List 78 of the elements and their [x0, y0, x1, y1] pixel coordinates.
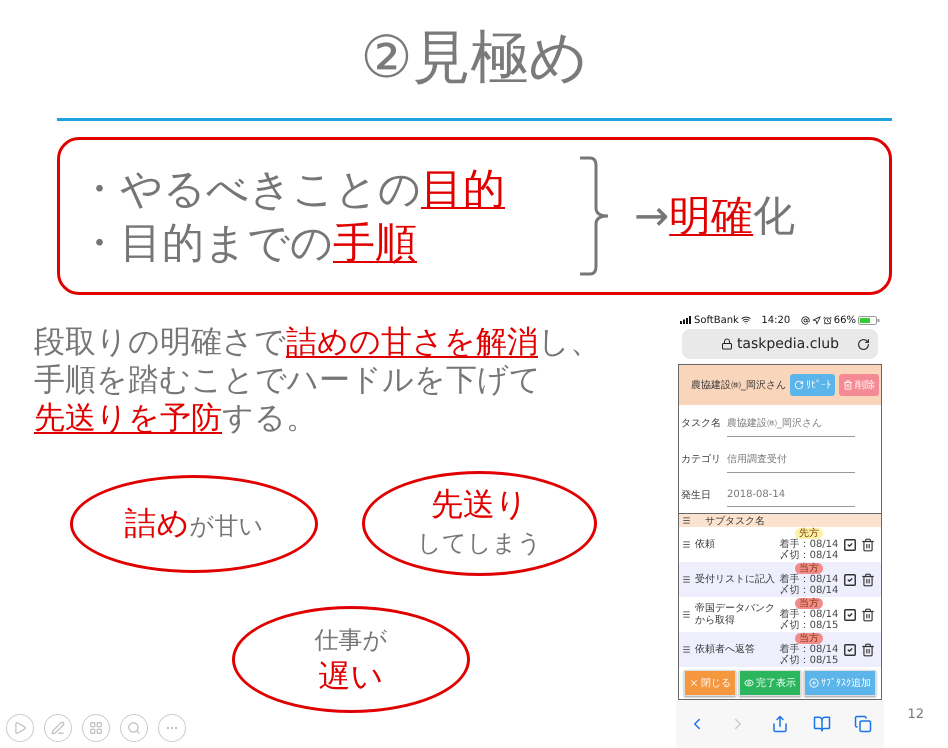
trash-icon[interactable] — [861, 572, 875, 586]
drag-handle-icon[interactable] — [682, 645, 691, 654]
search-icon — [127, 721, 141, 735]
grid-icon — [89, 721, 103, 735]
ellipse-text: 遅い — [318, 658, 384, 697]
field-label: 発生日 — [681, 488, 712, 502]
battery-text: 66% — [834, 314, 856, 326]
body-text: 手順を踏むことでハードルを下げて — [34, 361, 542, 399]
rotate-icon — [794, 380, 804, 390]
input-field[interactable]: 2018-08-14 — [727, 483, 855, 507]
check-icon[interactable] — [843, 572, 857, 586]
bullet-text: ・目的までの手順 — [78, 217, 418, 269]
clock-text: 14:20 — [761, 314, 790, 326]
bullet-text: ・やるべきことの 目的 — [78, 163, 506, 215]
close-icon — [689, 678, 699, 688]
ellipse-text: してしまう — [417, 528, 542, 559]
page-number: 12 — [907, 707, 924, 722]
column-header: サブタスク名 — [705, 514, 765, 528]
start-date: 着手：08/14 — [780, 609, 838, 620]
due-date: 〆切：08/15 — [780, 620, 838, 631]
subtask-name: 依頼 — [695, 538, 716, 550]
check-icon[interactable] — [843, 538, 857, 552]
trash-icon[interactable] — [861, 538, 875, 552]
signal-icon — [680, 316, 692, 324]
ellipse-text: 仕事が — [314, 625, 388, 656]
body-text: 段取りの明確さで詰めの甘さを解消 し、 — [34, 323, 602, 361]
trash-icon — [843, 380, 853, 390]
check-icon[interactable] — [843, 608, 857, 622]
url-text: taskpedia.club — [736, 336, 840, 352]
reload-icon[interactable] — [857, 338, 870, 350]
eye-icon — [744, 678, 754, 688]
alarm-icon — [822, 316, 832, 324]
subtask-name: 依頼者へ返答 — [695, 644, 756, 656]
address-bar[interactable]: taskpedia.club — [682, 329, 878, 359]
input-field[interactable]: 農協建設㈱_岡沢さん — [727, 410, 855, 436]
ellipse-text: 詰めが甘い — [124, 504, 264, 544]
plus-circle-icon — [809, 678, 819, 688]
due-date: 〆切：08/14 — [780, 585, 838, 596]
subtask-row[interactable]: 依頼者へ返答 当方 着手：08/14 〆切：08/15 — [679, 632, 881, 667]
owner-badge: 当方 — [795, 633, 823, 644]
subtask-name: 受付リストに記入 — [695, 574, 775, 586]
delete-button[interactable]: 削除 — [839, 374, 879, 396]
ellipse-text: 先送り — [431, 486, 528, 525]
owner-badge: 当方 — [795, 563, 823, 574]
carrier-text: SoftBank — [694, 314, 739, 326]
owner-badge: 当方 — [795, 598, 823, 609]
due-date: 〆切：08/15 — [780, 655, 838, 666]
subtask-row[interactable]: 受付リストに記入 当方 着手：08/14 〆切：08/14 — [679, 562, 881, 597]
start-date: 着手：08/14 — [780, 574, 838, 585]
slide-title: ②見極め — [360, 22, 588, 93]
body-text: 先送りを予防する。 — [34, 399, 318, 437]
input-field[interactable]: 信用調査受付 — [727, 446, 855, 472]
show-button[interactable]: 完了表示 — [739, 670, 801, 696]
field-label: カテゴリ — [681, 453, 721, 466]
trash-icon[interactable] — [861, 608, 875, 622]
tabs-icon[interactable] — [854, 715, 872, 733]
start-date: 着手：08/14 — [780, 539, 838, 550]
trash-icon[interactable] — [861, 642, 875, 656]
subtask-name: 帝国データバンクから取得 — [695, 602, 775, 626]
play-icon — [13, 721, 27, 735]
field-label: タスク名 — [681, 417, 721, 430]
drag-handle-icon[interactable] — [682, 540, 691, 549]
due-date: 〆切：08/14 — [780, 550, 838, 561]
share-icon[interactable] — [770, 715, 789, 733]
menu-icon — [682, 516, 691, 525]
battery-icon — [858, 316, 880, 324]
location-icon — [812, 316, 821, 324]
lock-icon — [720, 338, 733, 350]
owner-badge: 先方 — [795, 528, 823, 539]
bookmarks-icon[interactable] — [812, 715, 831, 733]
task-title: 農協建設㈱_岡沢さん — [691, 378, 786, 392]
drag-handle-icon[interactable] — [682, 575, 691, 584]
start-date: 着手：08/14 — [780, 644, 838, 655]
wifi-icon — [740, 315, 751, 325]
pen-icon — [51, 721, 65, 735]
drag-handle-icon[interactable] — [682, 610, 691, 619]
result-text: →明確化 — [634, 190, 796, 242]
check-icon[interactable] — [843, 642, 857, 656]
